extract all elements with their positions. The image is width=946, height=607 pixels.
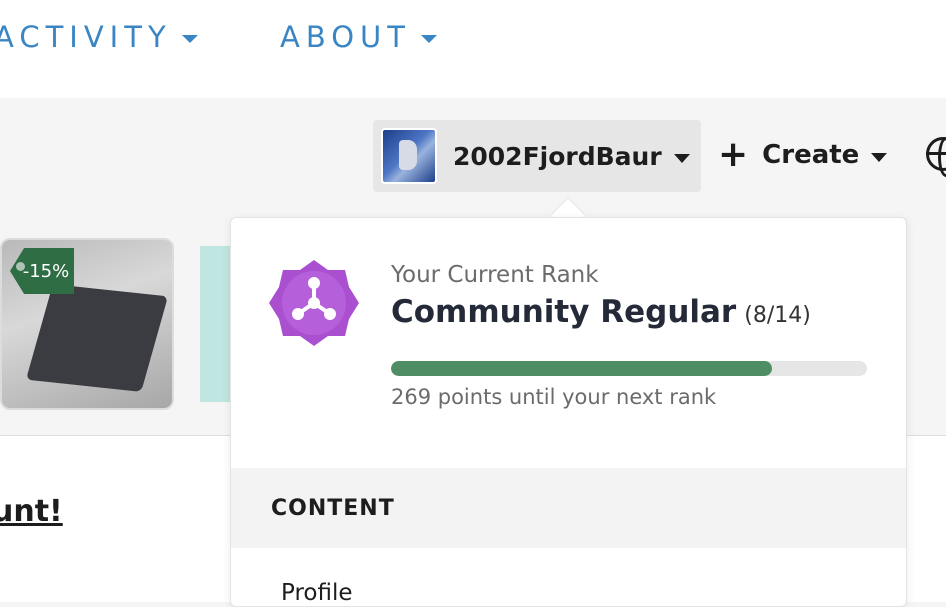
points-remaining: 269 points until your next rank: [391, 385, 717, 409]
rank-name: Community Regular: [391, 294, 737, 330]
nav-about-label: ABOUT: [280, 20, 411, 54]
chevron-down-icon: [181, 35, 198, 43]
discount-badge: -15%: [10, 248, 74, 294]
plus-icon: +: [718, 134, 749, 175]
create-label: Create: [762, 140, 860, 170]
product-thumbnail[interactable]: -15%: [0, 238, 174, 410]
product-image: [25, 284, 169, 392]
user-avatar: [381, 128, 437, 184]
nav-activity-menu[interactable]: ACTIVITY: [0, 20, 198, 54]
content-section-header: CONTENT: [231, 468, 906, 548]
menu-item-profile[interactable]: Profile: [281, 580, 353, 606]
user-menu-button[interactable]: 2002FjordBaur: [373, 120, 701, 192]
nav-about-menu[interactable]: ABOUT: [280, 20, 437, 54]
chevron-down-icon: [421, 35, 437, 43]
rank-progress-bar: [391, 361, 867, 376]
chevron-down-icon: [673, 153, 690, 163]
rank-caption: Your Current Rank: [391, 262, 599, 288]
tag-hole-icon: [16, 262, 25, 271]
rank-progress-fill: [391, 361, 772, 376]
chevron-down-icon: [871, 152, 888, 162]
discount-label: -15%: [22, 260, 70, 282]
rank-title: Community Regular (8/14): [391, 294, 811, 330]
user-dropdown-menu: Your Current Rank Community Regular (8/1…: [230, 217, 907, 607]
username-label: 2002FjordBaur: [453, 141, 662, 171]
top-navigation: ACTIVITY ABOUT: [0, 0, 946, 98]
page-link[interactable]: unt!: [0, 494, 63, 529]
nav-activity-label: ACTIVITY: [0, 20, 172, 54]
rank-badge-icon: [269, 260, 359, 346]
create-button[interactable]: + Create: [718, 130, 888, 180]
rank-count: (8/14): [744, 303, 811, 328]
